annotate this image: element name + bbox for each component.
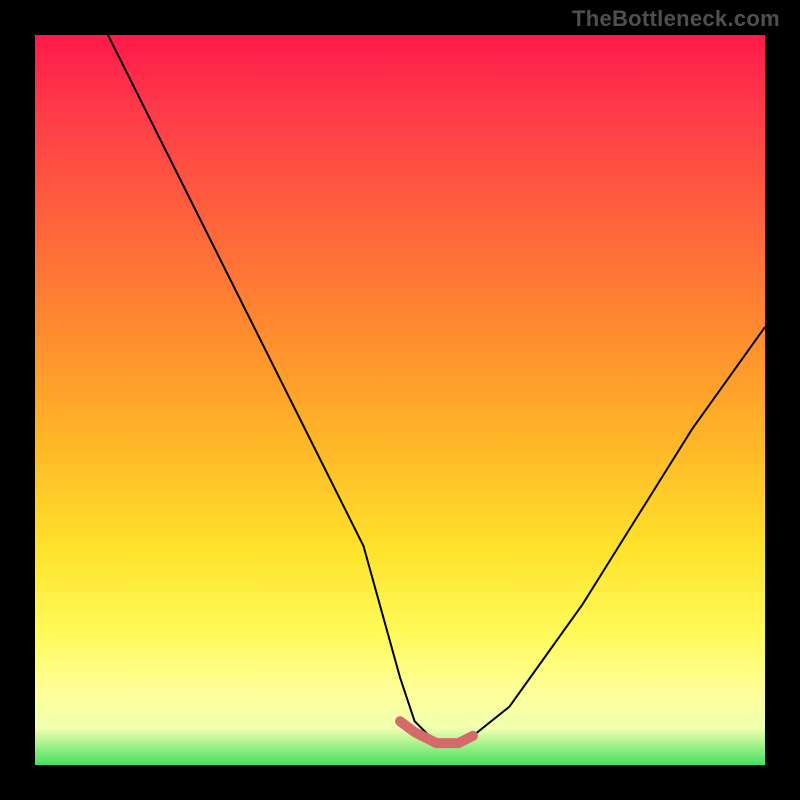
chart-svg	[35, 35, 765, 765]
plot-area	[35, 35, 765, 765]
bottleneck-curve	[108, 35, 765, 743]
highlight-segment	[400, 721, 473, 743]
chart-frame: TheBottleneck.com	[0, 0, 800, 800]
watermark-text: TheBottleneck.com	[572, 6, 780, 32]
